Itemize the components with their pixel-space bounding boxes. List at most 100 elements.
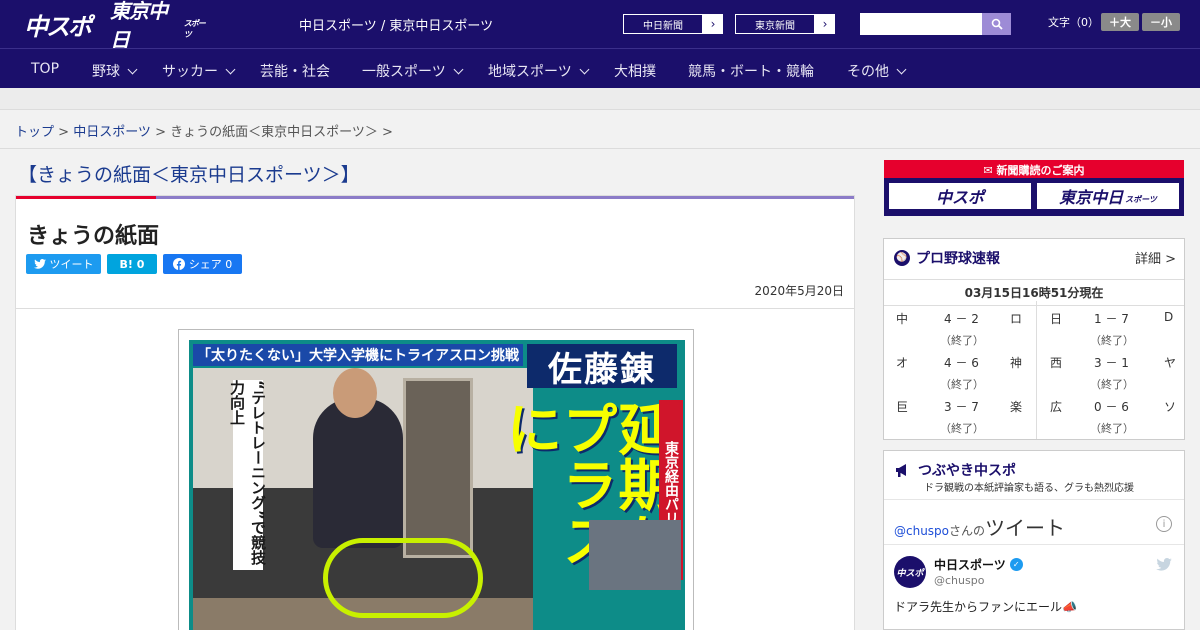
tweet-text: ドアラ先生からファンにエール📣: [894, 600, 1077, 614]
breadcrumb-chunichi-link[interactable]: 中日スポーツ: [73, 125, 151, 140]
chuspo-logo[interactable]: 中スポ: [24, 8, 102, 41]
chunichi-shimbun-link[interactable]: 中日新聞 ›: [622, 13, 724, 35]
score-team: 日: [1050, 312, 1063, 326]
newspaper-side-text: “テレトレーニング”で競技力向上: [228, 380, 267, 570]
score-status: （終了）: [940, 422, 984, 435]
score-value: 4 － 6: [944, 356, 979, 370]
timeline-tweets-label: ツイート: [985, 516, 1066, 540]
subscription-title: ✉ 新聞購読のご案内: [983, 164, 1085, 177]
subscribe-chuspo-label: 中スポ: [935, 188, 984, 207]
hatena-bookmark-button[interactable]: B! 0: [107, 254, 157, 274]
breadcrumb-top-link[interactable]: トップ: [15, 125, 54, 140]
photo-rider: [313, 398, 403, 548]
score-team: 巨: [896, 400, 909, 414]
font-size-label: 文字（0）: [1048, 16, 1099, 29]
tweet-account-handle[interactable]: @chuspo: [934, 574, 984, 587]
newspaper-front-page-image[interactable]: 「太りたくない」大学入学機にトライアスロン挑戦 “テレトレーニング”で競技力向上…: [178, 329, 694, 630]
breadcrumb-separator: >: [54, 125, 74, 140]
nav-item-soccer[interactable]: サッカー: [162, 61, 236, 81]
tweet-label: ツイート: [49, 258, 94, 271]
article-date: 2020年5月20日: [754, 284, 844, 298]
breadcrumb-separator: >: [377, 125, 393, 140]
score-value: 4 － 2: [944, 312, 979, 326]
score-team: ソ: [1164, 400, 1177, 414]
nav-item-top[interactable]: TOP: [31, 61, 59, 77]
twitter-bird-icon[interactable]: [1156, 558, 1172, 575]
search-input[interactable]: [860, 13, 982, 35]
facebook-share-button[interactable]: シェア 0: [163, 254, 242, 274]
newspaper-banner: 「太りたくない」大学入学機にトライアスロン挑戦: [193, 344, 523, 366]
tokyo-logo-text: 東京中日: [110, 0, 168, 52]
font-larger-button[interactable]: ＋大: [1101, 13, 1139, 31]
avatar[interactable]: 中スポ: [894, 556, 926, 588]
twitter-title-text: つぶやき中スポ: [918, 463, 1016, 479]
score-team: 楽: [1010, 400, 1023, 414]
breadcrumb-separator: >: [150, 125, 171, 140]
baseball-updated-time: 03月15日16時51分現在: [884, 279, 1184, 306]
photo-door: [403, 378, 473, 558]
nav-label: 野球: [92, 64, 120, 80]
subscribe-chuspo-button[interactable]: 中スポ: [888, 182, 1032, 210]
score-status: （終了）: [1090, 422, 1134, 435]
score-status: （終了）: [1090, 334, 1134, 347]
nav-item-general-sports[interactable]: 一般スポーツ: [362, 61, 464, 81]
timeline-handle-link[interactable]: @chuspo: [894, 524, 949, 538]
tokyo-chunichi-logo[interactable]: 東京中日 スポーツ: [110, 0, 210, 52]
twitter-widget-title: つぶやき中スポ: [894, 460, 1016, 480]
account-name-text: 中日スポーツ: [934, 558, 1006, 572]
nav-label: 一般スポーツ: [362, 64, 446, 80]
score-divider: [1036, 301, 1037, 439]
subscribe-tokyo-small: スポーツ: [1125, 194, 1157, 204]
baseball-scores-widget: ⚾ プロ野球速報 詳細 > 03月15日16時51分現在 中 4 － 2 ロ （終…: [883, 238, 1185, 440]
score-team: D: [1164, 310, 1174, 324]
nav-item-racing[interactable]: 競馬・ボート・競輪: [688, 61, 814, 81]
subscription-title-text: 新聞購読のご案内: [996, 164, 1085, 177]
chevron-down-icon: [127, 64, 138, 74]
search-button[interactable]: [982, 13, 1011, 35]
nav-label: 芸能・社会: [260, 64, 330, 80]
megaphone-icon: [894, 462, 912, 478]
divider: [16, 308, 854, 309]
score-team: 神: [1010, 356, 1023, 370]
newspaper-page: 「太りたくない」大学入学機にトライアスロン挑戦 “テレトレーニング”で競技力向上…: [189, 340, 685, 630]
nav-item-sumo[interactable]: 大相撲: [614, 61, 656, 81]
chunichi-shimbun-label: 中日新聞: [623, 14, 703, 34]
font-smaller-button[interactable]: －小: [1142, 13, 1180, 31]
baseball-title-text: プロ野球速報: [916, 251, 1000, 267]
score-status: （終了）: [940, 334, 984, 347]
article-title: きょうの紙面: [27, 224, 160, 249]
chevron-down-icon: [896, 64, 907, 74]
info-icon[interactable]: i: [1156, 516, 1172, 532]
subscribe-tokyo-label: 東京中日: [1059, 188, 1124, 207]
score-team: 広: [1050, 400, 1063, 414]
chevron-down-icon: [225, 64, 236, 74]
chevron-right-icon: ›: [822, 17, 828, 31]
chuspo-logo-text: 中スポ: [24, 12, 92, 41]
baseball-widget-title: ⚾ プロ野球速報: [894, 248, 1000, 268]
nav-item-other[interactable]: その他: [847, 61, 907, 81]
tokyo-shimbun-link[interactable]: 東京新聞 ›: [734, 13, 836, 35]
tokyo-shimbun-label: 東京新聞: [735, 14, 815, 34]
tweet-button[interactable]: ツイート: [26, 254, 101, 274]
score-team: オ: [896, 356, 909, 370]
newspaper-athlete-name: 佐藤錬: [527, 344, 677, 390]
nav-item-local-sports[interactable]: 地域スポーツ: [488, 61, 590, 81]
tweet-account-name[interactable]: 中日スポーツ ✓: [934, 556, 1023, 573]
baseball-icon: ⚾: [894, 250, 910, 266]
nav-item-baseball[interactable]: 野球: [92, 61, 138, 81]
nav-label: 地域スポーツ: [488, 64, 572, 80]
accent-bar-red: [16, 196, 156, 199]
timeline-handle-suffix: さんの: [949, 524, 986, 538]
nav-item-entertainment[interactable]: 芸能・社会: [260, 61, 330, 81]
accent-bar-purple: [156, 196, 854, 199]
nav-label: その他: [847, 64, 889, 80]
score-team: 西: [1050, 356, 1063, 370]
score-value: 0 － 6: [1094, 400, 1129, 414]
subscribe-tokyo-button[interactable]: 東京中日 スポーツ: [1036, 182, 1180, 210]
baseball-details-link[interactable]: 詳細 >: [1135, 248, 1176, 267]
photo-rider-head: [333, 368, 377, 418]
site-title-link[interactable]: 中日スポーツ / 東京中日スポーツ: [299, 15, 493, 34]
divider: [884, 544, 1184, 545]
score-status: （終了）: [1090, 378, 1134, 391]
score-team: ヤ: [1164, 356, 1177, 370]
